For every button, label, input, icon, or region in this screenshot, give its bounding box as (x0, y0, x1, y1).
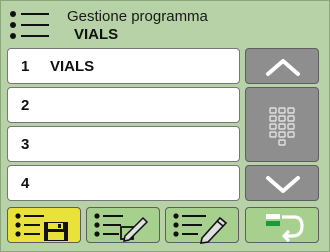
list-item-number: 4 (21, 175, 30, 192)
program-management-screen: Gestione programma VIALS 1 VIALS 2 3 4 (0, 0, 330, 252)
back-button[interactable] (245, 207, 319, 243)
scroll-down-button[interactable] (245, 165, 319, 201)
tab-rename[interactable] (165, 207, 239, 244)
list-item-name: VIALS (50, 58, 95, 75)
program-name: VIALS (74, 26, 119, 43)
scroll-up-button[interactable] (245, 48, 319, 84)
list-item-number: 3 (21, 136, 30, 153)
list-save-icon (15, 213, 68, 241)
list-item-number: 1 (21, 58, 30, 75)
tab-edit-list[interactable] (86, 207, 160, 243)
list-pencil-icon (173, 213, 228, 244)
list-item[interactable]: 3 (7, 126, 240, 162)
chevron-up-icon (266, 59, 300, 76)
tab-save-program[interactable] (7, 207, 81, 243)
header: Gestione programma VIALS (7, 6, 325, 44)
list-item[interactable]: 2 (7, 87, 240, 123)
list-item-number: 2 (21, 97, 30, 114)
keypad-icon (269, 107, 295, 146)
list-edit-icon (94, 213, 149, 242)
keypad-button[interactable] (245, 87, 319, 162)
return-icon (266, 214, 304, 243)
chevron-down-icon (266, 176, 300, 193)
menu-list-icon (10, 11, 49, 39)
page-title: Gestione programma (67, 8, 208, 25)
list-item[interactable]: 4 (7, 165, 240, 201)
list-item[interactable]: 1 VIALS (7, 48, 240, 84)
